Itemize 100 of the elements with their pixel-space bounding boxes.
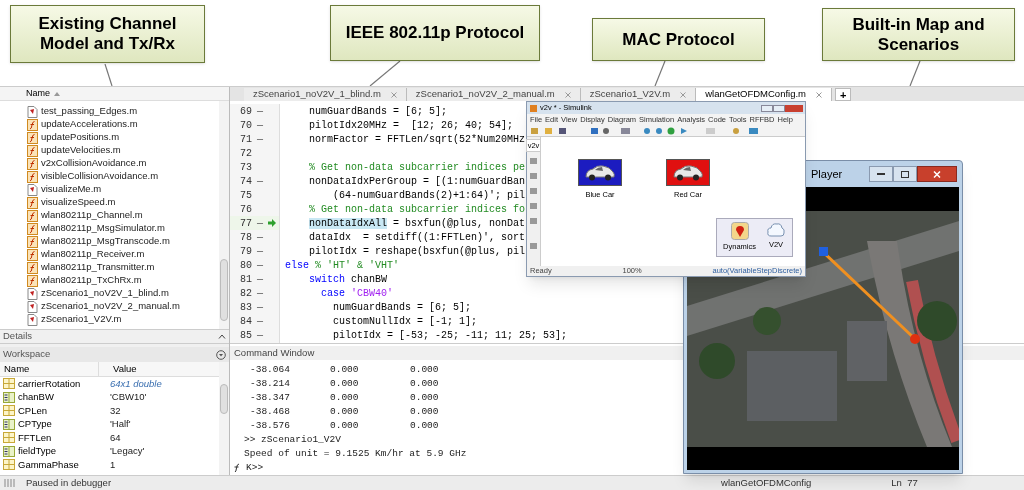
file-name[interactable]: zScenario1_V2V.m (41, 312, 122, 327)
function-file-icon (27, 131, 38, 144)
code-line: numGuardBands = [6; 5]; (308, 104, 448, 119)
breakpoint-dash[interactable]: — (257, 117, 263, 133)
editor-tab[interactable]: zScenario1_V2V.m (580, 88, 697, 101)
line-number: 85 (240, 328, 252, 343)
close-icon[interactable] (564, 91, 571, 98)
line-number: 77 (240, 216, 252, 231)
code-line: dataIdx = setdiff((1:FFTLen)', sort (308, 230, 526, 245)
variable-name[interactable]: CPType (18, 417, 52, 432)
sort-arrow-icon (54, 91, 60, 96)
file-name[interactable]: wlan80211p_MsgSimulator.m (41, 221, 165, 236)
breakpoint-dash[interactable]: — (257, 131, 263, 147)
variable-value: 32 (110, 403, 121, 418)
breakpoint-dash[interactable]: — (257, 271, 263, 287)
char-array-icon (3, 418, 15, 430)
panel-title[interactable]: Details (3, 329, 33, 344)
line-number: 71 (240, 132, 252, 147)
scrollbar[interactable] (219, 101, 229, 329)
char-array-icon (3, 445, 15, 457)
code-line: nonDataIdxPerGroup = [(1:numGuardBan (308, 174, 526, 189)
code-line: nonDataIdxAll = bsxfun(@plus, nonDat (308, 216, 526, 231)
file-name[interactable]: v2xCollisionAvoidance.m (41, 156, 147, 171)
script-file-icon (27, 300, 38, 313)
breakpoint-dash[interactable]: — (257, 257, 263, 273)
callout-label: MAC Protocol (592, 18, 765, 61)
file-name[interactable]: wlan80211p_MsgTranscode.m (41, 234, 170, 249)
function-file-icon (27, 274, 38, 287)
output-value: 0.000 (410, 390, 440, 405)
file-name[interactable]: updatePositions.m (41, 130, 120, 145)
char-array-icon (3, 391, 15, 403)
prompt-text: K>> (246, 460, 264, 475)
car-block[interactable] (666, 159, 710, 186)
code-line: case 'CBW40' (320, 286, 394, 301)
output-value: 0.000 (330, 404, 360, 419)
breakpoint-dash[interactable]: — (257, 313, 263, 329)
variable-name[interactable]: fieldType (18, 444, 57, 459)
file-name[interactable]: wlan80211p_Receiver.m (41, 247, 145, 262)
editor-tab[interactable]: zScenario1_noV2V_2_manual.m (406, 88, 581, 101)
breakpoint-dash[interactable]: — (257, 215, 263, 231)
code-line: pilotIdx20MHz = [12; 26; 40; 54]; (308, 118, 514, 133)
line-number: 79 (240, 244, 252, 259)
file-name[interactable]: visualizeSpeed.m (41, 195, 116, 210)
maximize-icon[interactable] (773, 104, 785, 112)
variable-name[interactable]: GammaPhase (18, 457, 79, 472)
function-file-icon (27, 118, 38, 131)
column-header[interactable]: Name (0, 361, 98, 377)
line-number: 81 (240, 272, 252, 287)
file-name[interactable]: visualizeMe.m (41, 182, 102, 197)
breakpoint-dash[interactable]: — (257, 243, 263, 259)
output-value: 0.000 (330, 362, 360, 377)
file-name[interactable]: zScenario1_noV2V_1_blind.m (41, 286, 169, 301)
close-icon[interactable] (785, 104, 803, 112)
file-name[interactable]: wlan80211p_TxChRx.m (41, 273, 142, 288)
car-icon (671, 163, 705, 182)
minimize-icon[interactable] (761, 104, 773, 112)
editor-tab[interactable]: zScenario1_noV2V_1_blind.m (244, 88, 407, 101)
grid-icon (3, 432, 15, 444)
new-tab-button[interactable]: + (835, 88, 852, 101)
output-value: 0.000 (410, 362, 440, 377)
breakpoint-dash[interactable]: — (257, 229, 263, 245)
close-icon[interactable] (390, 91, 397, 98)
close-icon[interactable] (816, 91, 822, 98)
code-line: % Get non-data subcarrier indices fo (308, 202, 526, 217)
code-line: pilotIdx = reshape(bsxfun(@plus, pil (308, 244, 526, 259)
variable-value: 'Half' (110, 417, 131, 432)
variable-name[interactable]: carrierRotation (18, 376, 81, 391)
scrollbar[interactable] (219, 362, 229, 475)
breakpoint-dash[interactable]: — (257, 103, 263, 119)
file-name[interactable]: wlan80211p_Channel.m (41, 208, 143, 223)
breakpoint-dash[interactable]: — (257, 173, 263, 189)
maximize-button[interactable] (893, 166, 917, 182)
variable-name[interactable]: FFTLen (18, 430, 52, 445)
file-name[interactable]: zScenario1_noV2V_2_manual.m (41, 299, 180, 314)
file-name[interactable]: updateVelocities.m (41, 143, 121, 158)
breakpoint-dash[interactable]: — (257, 299, 263, 315)
window-title: Player (811, 166, 843, 182)
file-name[interactable]: test_passing_Edges.m (41, 104, 138, 119)
breakpoint-dash[interactable]: — (257, 285, 263, 301)
breakpoint-dash[interactable]: — (257, 327, 263, 343)
minimize-button[interactable] (869, 166, 893, 182)
file-name[interactable]: updateAccelerations.m (41, 117, 138, 132)
grid-icon (3, 459, 15, 471)
close-icon[interactable] (680, 91, 687, 98)
car-block[interactable] (578, 159, 622, 186)
editor-tab[interactable]: wlanGetOFDMConfig.m (696, 88, 832, 101)
column-header[interactable]: Name (26, 86, 50, 101)
cloud-icon (766, 222, 786, 239)
toolbar-icons-drawing[interactable] (531, 126, 761, 135)
panel-title[interactable]: Command Window (234, 345, 315, 361)
code-line: customNullIdx = [-1; 1]; (332, 314, 478, 329)
output-value: -38.347 (250, 390, 291, 405)
variable-value: 'CBW10' (110, 390, 147, 405)
column-header[interactable]: Value (98, 361, 137, 377)
dropdown-icon[interactable] (216, 349, 226, 360)
variable-name[interactable]: chanBW (18, 390, 54, 405)
close-button[interactable] (917, 166, 957, 182)
file-name[interactable]: wlan80211p_Transmitter.m (41, 260, 155, 275)
variable-name[interactable]: CPLen (18, 403, 48, 418)
file-name[interactable]: visibleCollisionAvoidance.m (41, 169, 159, 184)
